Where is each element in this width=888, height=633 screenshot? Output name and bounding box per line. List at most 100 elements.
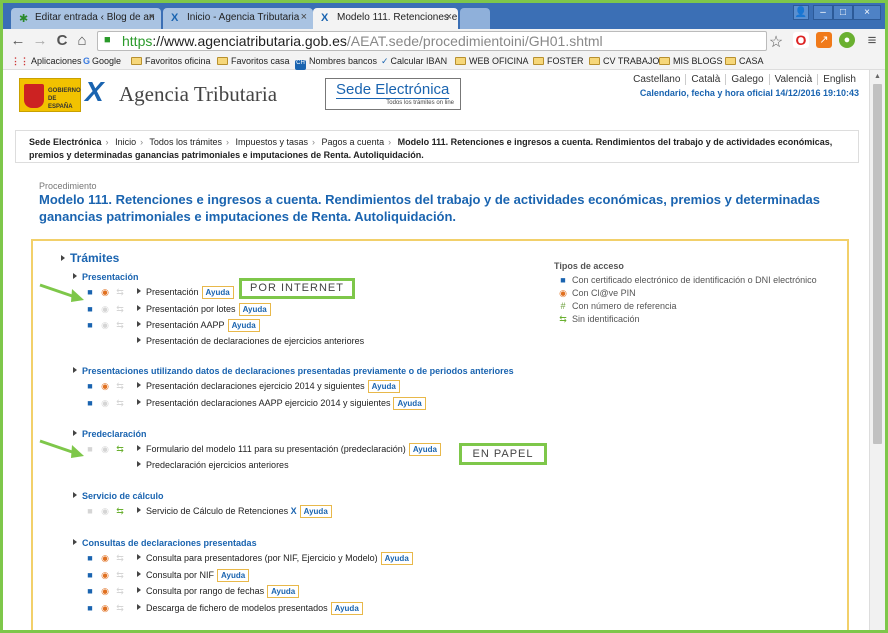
extension-green-icon[interactable]: ● [839, 32, 855, 48]
minimize-icon[interactable]: – [813, 5, 833, 20]
tramite-link[interactable]: Servicio de Cálculo de Retenciones [146, 506, 288, 516]
wordpress-icon: ✱ [19, 13, 29, 25]
browser-tab-inicio[interactable]: X Inicio - Agencia Tributaria × [163, 8, 313, 29]
ayuda-button[interactable]: Ayuda [238, 302, 271, 316]
lock-icon: ■ [87, 397, 93, 408]
url-host: ://www.agenciatributaria.gob.es [152, 33, 347, 49]
section-heading[interactable]: Servicio de cálculo [73, 491, 164, 501]
access-type-item: ⇆ Sin identificación [559, 314, 640, 324]
extension-chart-icon[interactable]: ↗ [816, 32, 832, 48]
bookmark-nombres-bancos[interactable]: CH Nombres bancos [295, 56, 377, 70]
bookmark-favoritos-casa[interactable]: Favoritos casa [217, 56, 290, 66]
ayuda-button[interactable]: Ayuda [267, 585, 300, 599]
tramite-link[interactable]: Presentación por lotes [146, 304, 236, 314]
breadcrumb-item[interactable]: Pagos a cuenta [322, 137, 385, 147]
bookmark-web-oficina[interactable]: WEB OFICINA [455, 56, 529, 66]
aeat-icon: X [171, 12, 179, 24]
tramites-heading[interactable]: Trámites [61, 251, 119, 265]
section-heading[interactable]: Consultas de declaraciones presentadas [73, 538, 257, 548]
no-id-icon: ⇆ [116, 303, 124, 314]
no-id-icon: ⇆ [559, 314, 567, 324]
clave-pin-icon: ◉ [101, 320, 109, 331]
tramite-link[interactable]: Presentación declaraciones AAPP ejercici… [146, 398, 390, 408]
maximize-icon[interactable]: □ [833, 5, 853, 20]
aeat-logo-icon[interactable]: X [85, 76, 104, 108]
bookmark-cv-trabajo[interactable]: CV TRABAJO [589, 56, 659, 66]
scroll-up-icon[interactable]: ▲ [874, 73, 881, 80]
no-id-icon: ⇆ [116, 586, 124, 597]
clave-pin-icon: ◉ [101, 381, 109, 391]
ayuda-button[interactable]: Ayuda [217, 568, 250, 582]
user-icon[interactable]: 👤 [793, 5, 809, 20]
breadcrumb-item[interactable]: Todos los trámites [149, 137, 222, 147]
home-icon[interactable]: ⌂ [73, 32, 91, 49]
ayuda-button[interactable]: Ayuda [380, 552, 413, 565]
scrollbar-thumb[interactable] [873, 84, 882, 444]
ayuda-button[interactable]: Ayuda [227, 319, 260, 333]
tramite-link[interactable]: Presentación [146, 287, 199, 297]
bookmark-favoritos-oficina[interactable]: Favoritos oficina [131, 56, 211, 66]
ayuda-button[interactable]: Ayuda [408, 443, 441, 456]
bookmark-mis-blogs[interactable]: MIS BLOGS [659, 56, 723, 66]
menu-icon[interactable]: ≡ [863, 32, 881, 49]
ayuda-button[interactable]: Ayuda [367, 380, 400, 393]
bookmark-star-icon[interactable]: ☆ [767, 32, 785, 52]
vertical-scrollbar[interactable]: ▲ [869, 70, 885, 630]
ayuda-button[interactable]: Ayuda [201, 286, 234, 299]
forward-icon[interactable]: → [31, 32, 49, 49]
chevron-right-icon [137, 570, 141, 577]
close-tab-icon[interactable]: × [301, 11, 307, 23]
clave-pin-icon: ◉ [101, 444, 109, 454]
close-tab-icon[interactable]: × [446, 11, 452, 23]
bookmark-calcular-iban[interactable]: ✓ Calcular IBAN [381, 56, 447, 67]
tramite-link[interactable]: Presentación de declaraciones de ejercic… [146, 336, 364, 346]
sede-electronica-logo[interactable]: Sede Electrónica Todos los trámites on l… [325, 78, 461, 110]
no-id-icon: ⇆ [116, 381, 124, 391]
tramites-panel: Trámites Presentación ■ ◉ ⇆ Presentación Ayud… [31, 239, 849, 630]
breadcrumb-item[interactable]: Inicio [115, 137, 136, 147]
lang-castellano[interactable]: Castellano [628, 74, 685, 85]
ayuda-button[interactable]: Ayuda [330, 602, 363, 616]
lang-valencia[interactable]: Valencià [768, 74, 818, 85]
browser-tab-blog[interactable]: ✱ Editar entrada ‹ Blog de an × [11, 8, 161, 29]
bookmark-google[interactable]: G Google [83, 56, 121, 66]
lang-galego[interactable]: Galego [725, 74, 769, 85]
tramite-link[interactable]: Predeclaración ejercicios anteriores [146, 460, 289, 470]
lang-english[interactable]: English [817, 74, 861, 85]
ayuda-button[interactable]: Ayuda [393, 396, 426, 410]
tramite-link[interactable]: Presentación declaraciones ejercicio 201… [146, 381, 365, 391]
official-datetime-link[interactable]: Calendario, fecha y hora oficial 14/12/2… [640, 88, 859, 98]
bookmark-casa[interactable]: CASA [725, 56, 764, 66]
bookmark-aplicaciones[interactable]: ⋮⋮ Aplicaciones [11, 56, 82, 67]
clave-pin-icon: ◉ [101, 506, 109, 516]
callout-por-internet: POR INTERNET [239, 278, 355, 299]
navigation-bar: ← → C ⌂ ■ https://www.agenciatributaria.… [3, 29, 885, 53]
new-tab-button[interactable] [460, 8, 490, 29]
address-bar[interactable]: ■ https://www.agenciatributaria.gob.es/A… [97, 31, 767, 51]
lang-catala[interactable]: Català [685, 74, 726, 85]
back-icon[interactable]: ← [9, 32, 27, 49]
tramite-link[interactable]: Descarga de fichero de modelos presentad… [146, 603, 328, 613]
chevron-right-icon [137, 398, 141, 405]
gobierno-logo[interactable]: GOBIERNO DE ESPAÑA [19, 78, 81, 112]
tramite-link[interactable]: Consulta por NIF [146, 570, 214, 580]
chevron-right-icon [61, 255, 65, 261]
breadcrumb-item[interactable]: Impuestos y tasas [235, 137, 308, 147]
ayuda-button[interactable]: Ayuda [299, 505, 332, 518]
browser-tab-modelo-111[interactable]: X Modelo 111. Retenciones e i × [313, 8, 458, 29]
tramite-link[interactable]: Consulta por rango de fechas [146, 586, 264, 596]
close-tab-icon[interactable]: × [149, 11, 155, 23]
section-heading[interactable]: Presentaciones utilizando datos de decla… [73, 366, 514, 376]
tramite-link[interactable]: Consulta para presentadores (por NIF, Ej… [146, 553, 378, 563]
chevron-right-icon [73, 273, 77, 279]
bookmark-foster[interactable]: FOSTER [533, 56, 584, 66]
tramite-link[interactable]: Presentación AAPP [146, 320, 225, 330]
agency-name[interactable]: Agencia Tributaria [119, 82, 277, 107]
opera-icon[interactable]: O [793, 32, 809, 48]
breadcrumb-item[interactable]: Sede Electrónica [29, 137, 102, 147]
tramite-link[interactable]: Formulario del modelo 111 para su presen… [146, 444, 406, 454]
close-window-icon[interactable]: × [853, 5, 881, 20]
hash-icon: # [560, 301, 566, 311]
reload-icon[interactable]: C [53, 32, 71, 49]
chevron-right-icon [137, 604, 141, 611]
